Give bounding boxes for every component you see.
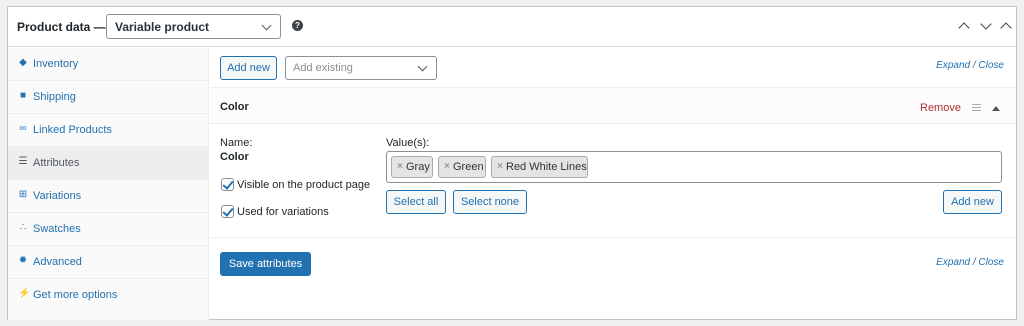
value-chip: × Green	[438, 156, 486, 178]
used-for-variations-label[interactable]: Used for variations	[237, 206, 329, 218]
list-icon: ☰	[18, 156, 28, 167]
expand-close-links: Expand / Close	[936, 60, 1004, 71]
value-chip: × Red White Lines	[491, 156, 588, 178]
tab-label: Variations	[33, 190, 82, 202]
dots-icon: ∴	[19, 222, 27, 233]
product-data-header: Product data — Variable product ?	[8, 7, 1016, 47]
visible-on-product-page-checkbox[interactable]	[221, 178, 234, 191]
remove-value-icon[interactable]: ×	[497, 157, 503, 177]
collapse-attribute-icon[interactable]	[992, 106, 1000, 111]
expand-link[interactable]: Expand	[936, 60, 970, 71]
move-up-icon[interactable]	[958, 21, 970, 34]
help-icon[interactable]: ?	[292, 20, 303, 31]
tag-icon: ◆	[19, 57, 27, 68]
grid-icon: ⊞	[18, 189, 28, 200]
product-type-select[interactable]: Variable product	[106, 14, 281, 39]
tab-label: Advanced	[33, 256, 82, 268]
used-for-variations-checkbox[interactable]	[221, 205, 234, 218]
chevron-down-icon	[261, 20, 272, 31]
visible-on-product-page-label[interactable]: Visible on the product page	[237, 179, 370, 191]
attribute-body: Name: Color Visible on the product page …	[210, 125, 1016, 238]
attributes-toolbar: Add new Add existing Expand / Close	[210, 48, 1016, 88]
drag-handle-icon[interactable]	[972, 104, 981, 111]
values-label: Value(s):	[386, 137, 430, 149]
tab-label: Swatches	[33, 223, 81, 235]
select-none-button[interactable]: Select none	[453, 190, 527, 214]
attribute-header[interactable]: Color Remove	[210, 89, 1016, 124]
tab-attributes[interactable]: ☰ Attributes	[8, 147, 208, 180]
plug-icon: ⚡	[18, 288, 31, 299]
product-type-value: Variable product	[115, 20, 210, 34]
gear-icon: ✹	[18, 255, 28, 266]
tab-label: Shipping	[33, 91, 76, 103]
remove-value-icon[interactable]: ×	[444, 157, 450, 177]
product-data-tabs: ◆ Inventory ■ Shipping ∞ Linked Products…	[8, 48, 209, 320]
chevron-down-icon	[417, 61, 428, 72]
value-chip-label: Green	[453, 161, 484, 173]
value-chip-label: Gray	[406, 161, 430, 173]
name-value: Color	[220, 151, 249, 163]
name-label: Name:	[220, 137, 253, 149]
values-multiselect[interactable]: × Gray × Green × Red White Lines	[386, 151, 1002, 183]
tab-linked-products[interactable]: ∞ Linked Products	[8, 114, 208, 147]
product-data-panel: Product data — Variable product ? ◆ Inve…	[7, 6, 1017, 320]
tab-label: Linked Products	[33, 124, 112, 136]
expand-close-links-bottom: Expand / Close	[936, 257, 1004, 268]
tab-label: Inventory	[33, 58, 79, 70]
attributes-panel: Add new Add existing Expand / Close Colo…	[210, 48, 1016, 320]
tab-shipping[interactable]: ■ Shipping	[8, 81, 208, 114]
attribute-title: Color	[220, 101, 249, 113]
expand-link[interactable]: Expand	[936, 257, 970, 268]
add-existing-select[interactable]: Add existing	[285, 56, 437, 80]
tab-get-more-options[interactable]: ⚡ Get more options	[8, 279, 208, 312]
value-chip-label: Red White Lines	[506, 161, 587, 173]
tab-swatches[interactable]: ∴ Swatches	[8, 213, 208, 246]
select-all-button[interactable]: Select all	[386, 190, 446, 214]
add-new-value-button[interactable]: Add new	[943, 190, 1002, 214]
collapse-panel-icon[interactable]	[1000, 21, 1012, 34]
product-data-title: Product data —	[17, 20, 106, 34]
tab-advanced[interactable]: ✹ Advanced	[8, 246, 208, 279]
move-down-icon[interactable]	[980, 18, 992, 30]
truck-icon: ■	[19, 90, 27, 101]
add-new-attribute-button[interactable]: Add new	[220, 56, 277, 80]
close-link[interactable]: Close	[978, 60, 1004, 71]
remove-attribute-link[interactable]: Remove	[920, 102, 961, 114]
remove-value-icon[interactable]: ×	[397, 157, 403, 177]
tab-label: Attributes	[33, 157, 80, 169]
value-chip: × Gray	[391, 156, 433, 178]
close-link[interactable]: Close	[978, 257, 1004, 268]
link-icon: ∞	[19, 123, 27, 134]
add-existing-placeholder: Add existing	[293, 62, 353, 74]
tab-inventory[interactable]: ◆ Inventory	[8, 48, 208, 81]
tab-variations[interactable]: ⊞ Variations	[8, 180, 208, 213]
tab-label: Get more options	[33, 289, 118, 301]
save-attributes-button[interactable]: Save attributes	[220, 252, 311, 276]
